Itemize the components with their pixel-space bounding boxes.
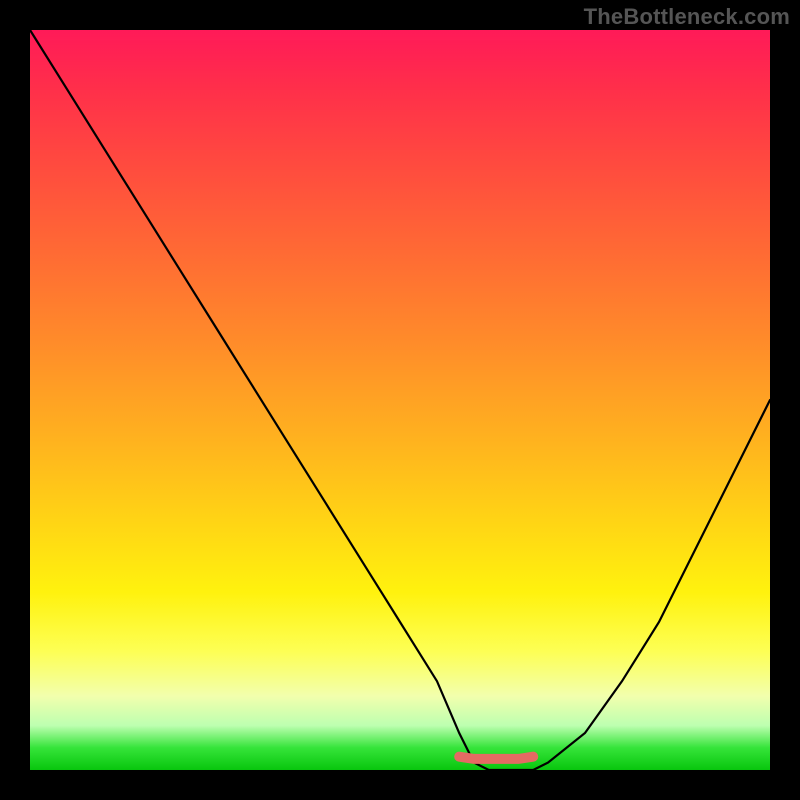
main-curve-path — [30, 30, 770, 770]
chart-container: TheBottleneck.com — [0, 0, 800, 800]
flat-bottom-marker-path — [459, 757, 533, 759]
plot-area — [30, 30, 770, 770]
watermark-text: TheBottleneck.com — [584, 4, 790, 30]
chart-svg — [30, 30, 770, 770]
